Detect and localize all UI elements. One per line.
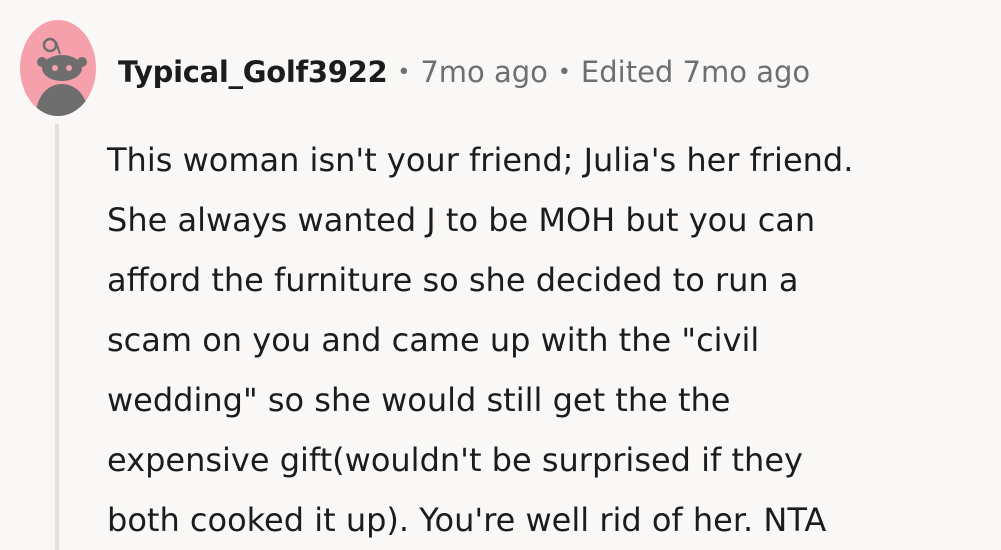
comment-body-line: both cooked it up). You're well rid of h… <box>107 501 827 539</box>
comment-body-line: afford the furniture so she decided to r… <box>107 261 799 299</box>
edited-label: Edited 7mo ago <box>580 55 811 89</box>
comment-header: Typical_Golf3922 • 7mo ago • Edited 7mo … <box>118 50 810 94</box>
comment-body-line: wedding" so she would still get the the <box>107 381 731 419</box>
user-avatar[interactable] <box>20 20 96 116</box>
meta-separator: • <box>557 59 571 85</box>
comment-body-line: expensive gift(wouldn't be surprised if … <box>107 441 803 479</box>
comment-body-line: She always wanted J to be MOH but you ca… <box>107 201 816 239</box>
comment-age[interactable]: 7mo ago <box>420 55 548 89</box>
reddit-snoo-avatar-icon <box>20 20 96 116</box>
comment-body-line: This woman isn't your friend; Julia's he… <box>107 141 854 179</box>
author-username[interactable]: Typical_Golf3922 <box>118 55 388 89</box>
thread-line[interactable] <box>55 124 59 550</box>
comment-body: This woman isn't your friend; Julia's he… <box>107 130 992 550</box>
comment: Typical_Golf3922 • 7mo ago • Edited 7mo … <box>0 0 1001 550</box>
meta-separator: • <box>397 59 411 85</box>
comment-body-line: scam on you and came up with the "civil <box>107 321 760 359</box>
